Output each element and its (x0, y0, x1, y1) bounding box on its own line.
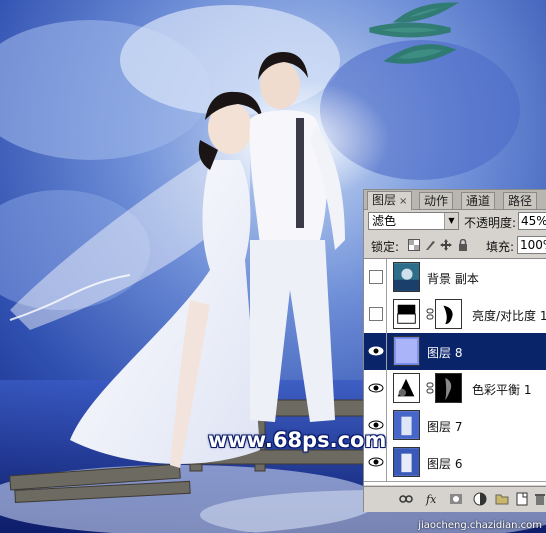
layer-row[interactable]: 色彩平衡 1 (364, 370, 546, 408)
color-balance-thumbnail-icon (393, 373, 420, 403)
blend-row: 滤色 ▼ 不透明度: 45% (364, 211, 546, 233)
tab-close-icon[interactable]: × (399, 196, 407, 207)
tab-layers[interactable]: 图层 × (367, 191, 413, 210)
opacity-label: 不透明度: (464, 216, 517, 230)
layer-name: 亮度/对比度 1 (472, 309, 546, 323)
dropdown-arrow-icon[interactable]: ▼ (444, 213, 458, 229)
layer-thumbnail (393, 262, 420, 292)
lock-icon[interactable] (457, 239, 469, 251)
tab-channels-label: 通道 (466, 194, 491, 208)
fill-input[interactable]: 100% (517, 236, 546, 254)
visibility-off-icon (369, 307, 383, 321)
eye-icon (368, 383, 384, 393)
layer-row[interactable]: 图层 7 (364, 407, 546, 445)
layers-panel: 图层 × 动作 通道 路径 滤色 ▼ 不透明度: 45% 锁定: 填充: 100… (363, 189, 546, 512)
tab-paths-label: 路径 (508, 194, 533, 208)
panel-bottom-toolbar: fx (364, 486, 546, 512)
layer-mask-thumbnail (435, 299, 462, 329)
link-icon[interactable] (398, 491, 414, 507)
blend-mode-value: 滤色 (372, 214, 397, 228)
move-icon[interactable] (440, 239, 452, 251)
lock-label: 锁定: (371, 240, 400, 254)
watermark-text: www.68ps.com (208, 428, 387, 452)
tab-layers-label: 图层 (372, 193, 397, 207)
tab-actions[interactable]: 动作 (419, 192, 454, 209)
layer-thumbnail (393, 336, 420, 366)
fx-icon[interactable]: fx (424, 491, 440, 507)
chain-link-icon[interactable] (426, 308, 434, 320)
brush-icon[interactable] (424, 239, 436, 251)
layers-list: 背景 副本 亮度/对比度 1 图层 8 色彩平衡 1 图层 7 图层 6 (364, 258, 546, 485)
visibility-off-icon (369, 270, 383, 284)
visibility-toggle[interactable] (366, 296, 387, 333)
layer-name: 图层 8 (427, 346, 463, 360)
layer-row-selected[interactable]: 图层 8 (364, 333, 546, 371)
visibility-toggle[interactable] (366, 259, 387, 296)
adjustment-icon[interactable] (472, 491, 488, 507)
mask-icon[interactable] (448, 491, 464, 507)
layer-thumbnail (393, 447, 420, 477)
layer-mask-thumbnail (435, 373, 462, 403)
layer-name: 背景 副本 (427, 272, 479, 286)
credit-text: jiaocheng.chazidian.com (418, 520, 542, 531)
eye-icon (368, 346, 384, 356)
eye-icon (368, 457, 384, 467)
tab-paths[interactable]: 路径 (503, 192, 538, 209)
lock-row: 锁定: 填充: 100% (364, 235, 546, 257)
trash-icon[interactable] (532, 491, 546, 507)
folder-icon[interactable] (494, 491, 510, 507)
visibility-toggle[interactable] (366, 370, 387, 407)
blend-mode-select[interactable]: 滤色 ▼ (368, 212, 459, 230)
opacity-input[interactable]: 45% (518, 212, 546, 230)
layer-name: 色彩平衡 1 (472, 383, 532, 397)
tab-actions-label: 动作 (424, 194, 449, 208)
layer-row[interactable]: 亮度/对比度 1 (364, 296, 546, 334)
visibility-toggle[interactable] (366, 333, 387, 370)
new-layer-icon[interactable] (514, 491, 530, 507)
lock-transparency-icon[interactable] (408, 239, 420, 251)
tab-channels[interactable]: 通道 (461, 192, 496, 209)
adjustment-thumbnail-icon (393, 299, 420, 329)
layer-thumbnail (393, 410, 420, 440)
panel-tabs: 图层 × 动作 通道 路径 (364, 190, 546, 210)
layer-name: 图层 7 (427, 420, 463, 434)
svg-text:fx: fx (425, 493, 437, 506)
chain-link-icon[interactable] (426, 382, 434, 394)
layer-row[interactable]: 背景 副本 (364, 259, 546, 297)
layer-row[interactable]: 图层 6 (364, 444, 546, 482)
layer-name: 图层 6 (427, 457, 463, 471)
fill-label: 填充: (486, 240, 515, 254)
